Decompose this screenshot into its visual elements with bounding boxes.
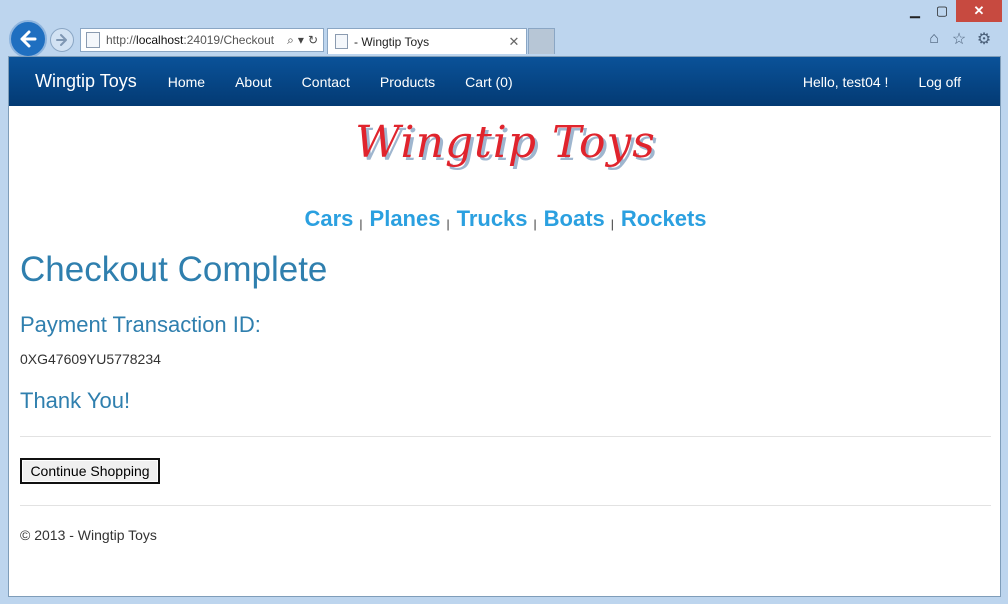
url-rest: :24019/Checkout — [183, 33, 275, 47]
refresh-icon[interactable]: ↻ — [308, 33, 318, 48]
url-host: localhost — [136, 33, 184, 47]
back-arrow-icon — [20, 30, 37, 48]
category-separator: | — [533, 217, 537, 231]
tab-close-icon[interactable]: ✕ — [506, 34, 522, 50]
category-planes[interactable]: Planes — [370, 206, 441, 231]
new-tab-button[interactable] — [528, 28, 555, 54]
gear-icon[interactable]: ⚙ — [974, 29, 994, 49]
footer-copyright: © 2013 - Wingtip Toys — [20, 527, 157, 543]
thank-you-heading: Thank You! — [20, 388, 131, 413]
category-cars[interactable]: Cars — [304, 206, 353, 231]
page-title: Checkout Complete — [20, 250, 328, 289]
forward-arrow-icon — [56, 34, 67, 46]
browser-chrome: ▁ ▢ ✕ http://localhost:24019/Checkout ⌕ … — [0, 0, 1008, 58]
divider — [20, 505, 991, 506]
nav-contact[interactable]: Contact — [302, 74, 350, 90]
category-boats[interactable]: Boats — [544, 206, 605, 231]
category-separator: | — [446, 217, 450, 231]
forward-button[interactable] — [50, 28, 74, 52]
divider — [20, 436, 991, 437]
nav-products[interactable]: Products — [380, 74, 435, 90]
category-separator: | — [359, 217, 363, 231]
tab-page-icon — [335, 34, 348, 49]
address-bar[interactable]: http://localhost:24019/Checkout ⌕ ▾ ↻ — [80, 28, 324, 52]
logoff-link[interactable]: Log off — [918, 74, 961, 90]
dropdown-icon[interactable]: ▾ — [298, 33, 304, 48]
nav-about[interactable]: About — [235, 74, 272, 90]
continue-shopping-button[interactable]: Continue Shopping — [20, 458, 160, 484]
minimize-button[interactable]: ▁ — [902, 0, 928, 22]
browser-tab[interactable]: - Wingtip Toys ✕ — [327, 28, 527, 54]
top-navbar: Wingtip Toys Home About Contact Products… — [9, 57, 1000, 106]
category-trucks[interactable]: Trucks — [457, 206, 528, 231]
page-icon — [86, 32, 100, 48]
nav-home[interactable]: Home — [168, 74, 205, 90]
user-greeting-link[interactable]: Hello, test04 ! — [803, 74, 889, 90]
favorites-star-icon[interactable]: ☆ — [949, 29, 969, 49]
back-button[interactable] — [9, 20, 47, 58]
site-logo[interactable]: Wingtip Toys — [9, 117, 1000, 168]
page-viewport: Wingtip Toys Home About Contact Products… — [8, 56, 1001, 597]
category-separator: | — [610, 217, 614, 231]
url-prefix: http:// — [106, 33, 137, 47]
tab-title: - Wingtip Toys — [354, 34, 430, 49]
address-url[interactable]: http://localhost:24019/Checkout — [106, 33, 282, 47]
search-icon[interactable]: ⌕ — [287, 33, 294, 48]
nav-cart[interactable]: Cart (0) — [465, 74, 512, 90]
category-menu: Cars | Planes | Trucks | Boats | Rockets — [9, 206, 1000, 232]
payment-transaction-label: Payment Transaction ID: — [20, 312, 261, 337]
transaction-id-value: 0XG47609YU5778234 — [20, 351, 161, 367]
brand-link[interactable]: Wingtip Toys — [35, 71, 137, 92]
maximize-button[interactable]: ▢ — [928, 0, 956, 22]
category-rockets[interactable]: Rockets — [621, 206, 707, 231]
close-window-button[interactable]: ✕ — [956, 0, 1002, 22]
home-icon[interactable]: ⌂ — [924, 29, 944, 49]
